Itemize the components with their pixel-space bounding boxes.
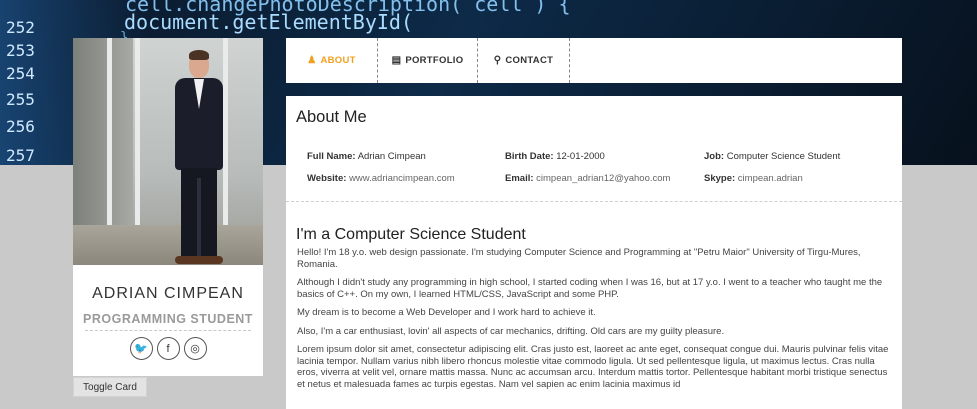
line-number: 253 [6,41,35,60]
toggle-card-button[interactable]: Toggle Card [73,377,147,397]
section-divider [286,201,902,202]
tab-contact[interactable]: ⚲ CONTACT [478,38,570,83]
about-paragraph: My dream is to become a Web Developer an… [297,307,596,318]
file-icon: ▤ [391,55,402,66]
about-paragraph: Also, I'm a car enthusiast, lovin' all a… [297,325,725,337]
line-number: 257 [6,146,35,165]
line-number: 256 [6,117,35,136]
about-paragraph: Hello! I'm 18 y.o. web design passionate… [297,247,861,270]
info-birth-date: Birth Date: 12-01-2000 [505,151,605,162]
twitter-icon[interactable]: 🐦 [129,337,153,360]
tab-portfolio[interactable]: ▤ PORTFOLIO [378,38,478,83]
profile-card: ADRIAN CIMPEAN PROGRAMMING STUDENT 🐦 f ◎ [73,38,263,376]
info-website[interactable]: Website: www.adriancimpean.com [307,173,505,184]
about-paragraph: Lorem ipsum dolor sit amet, consectetur … [297,344,889,390]
main-nav: ♟ ABOUT ▤ PORTFOLIO ⚲ CONTACT [286,38,902,83]
about-subtitle: I'm a Computer Science Student [296,226,526,243]
info-job: Job: Computer Science Student [704,151,841,162]
about-paragraph: Although I didn't study any programming … [297,277,883,300]
hero-code-line: document.getElementById( [124,10,413,34]
location-pin-icon: ⚲ [493,55,502,66]
user-icon: ♟ [307,55,317,66]
line-number: 252 [6,18,35,37]
social-links: 🐦 f ◎ [73,337,263,360]
card-divider [85,330,251,331]
tab-about-label: ABOUT [320,55,356,66]
line-number: 254 [6,64,35,83]
tab-portfolio-label: PORTFOLIO [405,55,464,66]
info-skype: Skype: cimpean.adrian [704,173,803,184]
instagram-icon[interactable]: ◎ [183,337,207,360]
profile-name: ADRIAN CIMPEAN [92,285,244,302]
profile-photo [73,38,263,265]
tab-contact-label: CONTACT [505,55,554,66]
line-number: 255 [6,90,35,109]
about-title: About Me [296,108,367,126]
profile-role: PROGRAMMING STUDENT [83,312,253,326]
info-full-name: Full Name: Adrian Cimpean [307,151,426,162]
info-email[interactable]: Email: cimpean_adrian12@yahoo.com [505,173,704,184]
personal-info: Full Name: Adrian Cimpean Birth Date: 12… [307,151,902,184]
about-panel: About Me Full Name: Adrian Cimpean Birth… [286,96,902,409]
facebook-icon[interactable]: f [156,337,180,360]
tab-about[interactable]: ♟ ABOUT [286,38,378,83]
